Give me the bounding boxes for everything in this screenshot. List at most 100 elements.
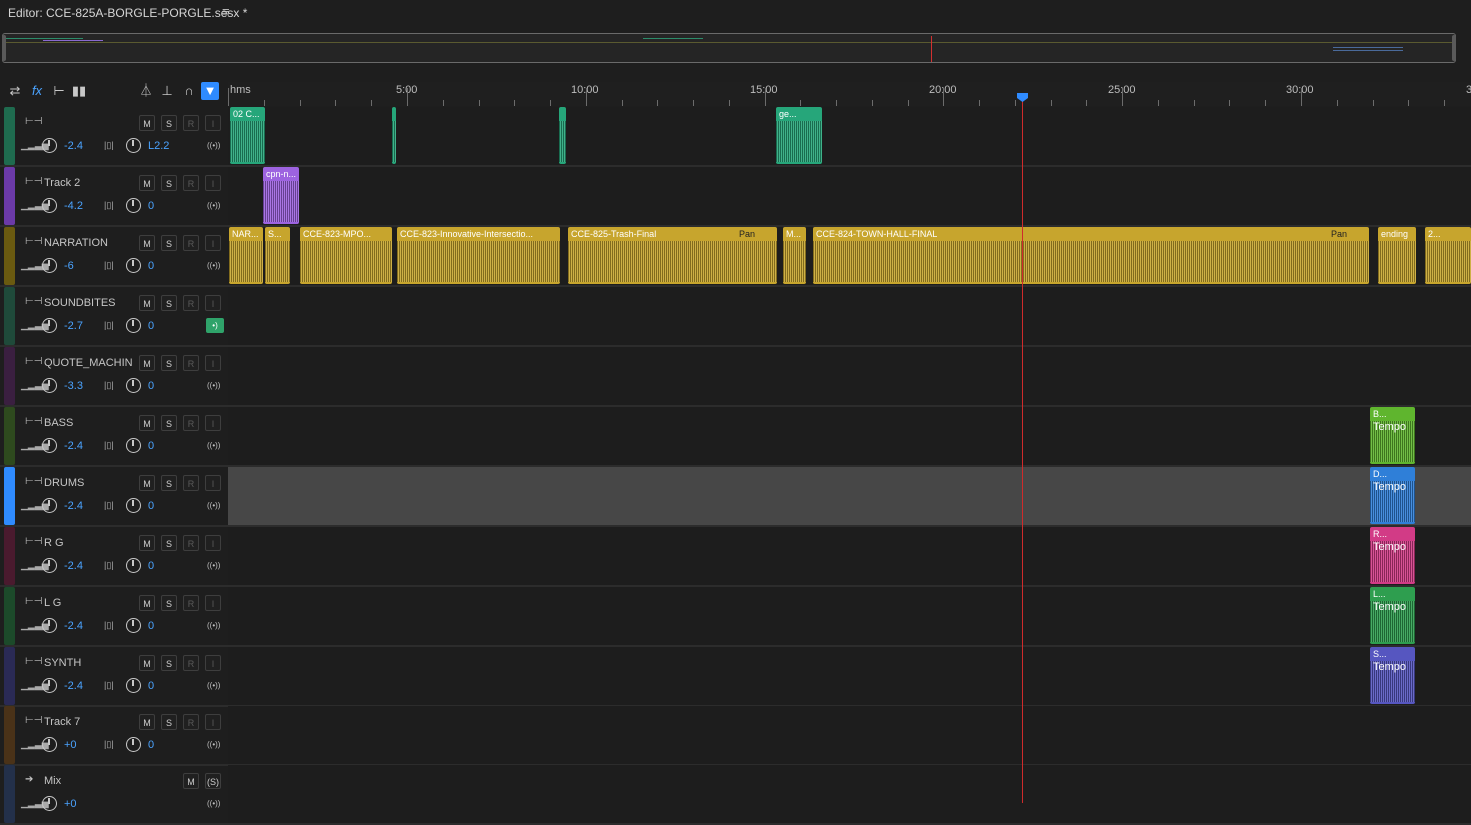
pan-value[interactable]: 0 [148, 739, 154, 751]
pan-knob[interactable] [126, 737, 141, 752]
audio-clip[interactable]: S... [265, 227, 290, 284]
audio-clip[interactable]: B... Tempo [1370, 407, 1415, 464]
snap-icon[interactable]: ∩ [180, 82, 198, 100]
mute-button[interactable]: M [139, 355, 155, 371]
input-monitor-button[interactable]: I [205, 115, 221, 131]
input-monitor-button[interactable]: I [205, 355, 221, 371]
pan-knob[interactable] [126, 678, 141, 693]
output-icon[interactable]: ((•)) [207, 501, 220, 510]
pan-knob[interactable] [126, 618, 141, 633]
metronome-icon[interactable]: ⏃ [137, 82, 155, 100]
audio-clip[interactable]: M... [783, 227, 806, 284]
time-ruler[interactable]: hms 5:00 10:00 15:00 20:00 25:00 30:00 3 [228, 82, 1471, 106]
volume-knob[interactable] [42, 796, 57, 811]
input-monitor-button[interactable]: I [205, 475, 221, 491]
input-monitor-button[interactable]: I [205, 235, 221, 251]
clip-pan-label[interactable]: Pan [739, 229, 755, 239]
input-monitor-button[interactable]: I [205, 655, 221, 671]
solo-button[interactable]: S [161, 355, 177, 371]
pan-knob[interactable] [126, 378, 141, 393]
solo-button[interactable]: S [161, 595, 177, 611]
volume-value[interactable]: -2.4 [64, 440, 83, 452]
record-arm-button[interactable]: R [183, 235, 199, 251]
volume-value[interactable]: -6 [64, 260, 74, 272]
track-header[interactable]: ⊢⊣ NARRATION M S R I ▁▂▃▅ -6 |▯| 0 ((•)) [0, 227, 228, 285]
audio-clip[interactable]: CCE-823-Innovative-Intersectio... [397, 227, 560, 284]
input-monitor-button[interactable]: I [205, 415, 221, 431]
mute-button[interactable]: M [139, 595, 155, 611]
solo-button[interactable]: S [161, 475, 177, 491]
audio-clip[interactable]: CCE-824-TOWN-HALL-FINAL Pan [813, 227, 1369, 284]
timecode-icon[interactable]: ⊥ [158, 82, 176, 100]
track-name[interactable]: L G [44, 597, 61, 609]
record-arm-button[interactable]: R [183, 295, 199, 311]
track-lane[interactable]: 02 C... ge... [228, 107, 1471, 165]
overview-right-handle[interactable] [1452, 35, 1456, 61]
volume-knob[interactable] [42, 438, 57, 453]
track-name[interactable]: Track 2 [44, 177, 80, 189]
pan-value[interactable]: 0 [148, 260, 154, 272]
volume-knob[interactable] [42, 378, 57, 393]
volume-value[interactable]: -3.3 [64, 380, 83, 392]
swap-icon[interactable]: ⇄ [6, 82, 24, 100]
record-arm-button[interactable]: R [183, 655, 199, 671]
volume-value[interactable]: -2.4 [64, 500, 83, 512]
solo-button[interactable]: S [161, 175, 177, 191]
pan-knob[interactable] [126, 198, 141, 213]
marker-icon[interactable]: ▼ [201, 82, 219, 100]
track-header[interactable]: ⊢⊣ QUOTE_MACHIN M S R I ▁▂▃▅ -3.3 |▯| 0 … [0, 347, 228, 405]
audio-clip[interactable] [392, 107, 396, 164]
output-icon[interactable]: ((•)) [207, 201, 220, 210]
volume-knob[interactable] [42, 138, 57, 153]
output-icon[interactable]: •) [206, 318, 224, 333]
mute-button[interactable]: M [139, 655, 155, 671]
audio-clip[interactable]: ge... [776, 107, 822, 164]
pan-knob[interactable] [126, 498, 141, 513]
overview-left-handle[interactable] [2, 35, 6, 61]
mute-button[interactable]: M [139, 175, 155, 191]
pan-value[interactable]: 0 [148, 440, 154, 452]
clip-pan-label[interactable]: Pan [1331, 229, 1347, 239]
input-monitor-button[interactable]: I [205, 535, 221, 551]
record-arm-button[interactable]: R [183, 415, 199, 431]
solo-button[interactable]: S [161, 235, 177, 251]
output-icon[interactable]: ((•)) [207, 621, 220, 630]
track-lane[interactable] [228, 765, 1471, 823]
volume-value[interactable]: +0 [64, 798, 77, 810]
track-lane[interactable] [228, 347, 1471, 405]
track-lane[interactable]: B... Tempo [228, 407, 1471, 465]
output-icon[interactable]: ((•)) [207, 681, 220, 690]
audio-clip[interactable]: CCE-825-Trash-Final Pan [568, 227, 777, 284]
solo-button[interactable]: S [161, 714, 177, 730]
volume-value[interactable]: -4.2 [64, 200, 83, 212]
pan-knob[interactable] [126, 258, 141, 273]
input-monitor-button[interactable]: I [205, 295, 221, 311]
pan-knob[interactable] [126, 438, 141, 453]
audio-clip[interactable]: ending [1378, 227, 1416, 284]
solo-button[interactable]: S [161, 415, 177, 431]
volume-knob[interactable] [42, 498, 57, 513]
panel-menu-icon[interactable]: ≡ [222, 4, 230, 19]
pan-value[interactable]: 0 [148, 200, 154, 212]
volume-knob[interactable] [42, 618, 57, 633]
track-lane[interactable] [228, 287, 1471, 345]
volume-value[interactable]: -2.4 [64, 620, 83, 632]
pan-value[interactable]: L2.2 [148, 140, 169, 152]
track-name[interactable]: QUOTE_MACHIN [44, 357, 133, 369]
volume-value[interactable]: -2.4 [64, 680, 83, 692]
audio-clip[interactable]: NAR... [229, 227, 263, 284]
track-header[interactable]: ⊢⊣ L G M S R I ▁▂▃▅ -2.4 |▯| 0 ((•)) [0, 587, 228, 645]
volume-value[interactable]: -2.4 [64, 140, 83, 152]
record-arm-button[interactable]: R [183, 175, 199, 191]
session-overview[interactable] [2, 33, 1456, 63]
track-lane[interactable]: D... Tempo [228, 467, 1471, 525]
pan-value[interactable]: 0 [148, 320, 154, 332]
volume-knob[interactable] [42, 318, 57, 333]
track-lane[interactable]: S... Tempo [228, 647, 1471, 705]
audio-clip[interactable] [559, 107, 566, 164]
track-lane[interactable]: cpn-n... [228, 167, 1471, 225]
sends-icon[interactable]: ⊢ [50, 82, 68, 100]
mute-button[interactable]: M [139, 535, 155, 551]
solo-button[interactable]: (S) [205, 773, 221, 789]
pan-knob[interactable] [126, 138, 141, 153]
